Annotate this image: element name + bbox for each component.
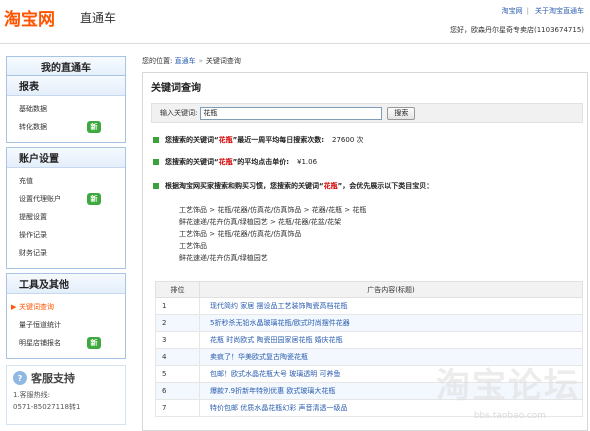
watermark-logo: 淘宝论坛 bbox=[436, 366, 580, 406]
keyword-highlight: 花瓶 bbox=[323, 182, 338, 190]
avg-click-price-value: ¥1.06 bbox=[297, 158, 318, 166]
category-item: 鲜花速递/花卉仿真/绿植园艺 bbox=[179, 254, 268, 262]
search-bar: 输入关键词: 搜索 bbox=[151, 103, 583, 123]
section-title-account: 账户设置 bbox=[7, 148, 125, 168]
sidebar-item-label: 设置代理账户 bbox=[19, 195, 61, 203]
watermark-url: bbs.taobao.com bbox=[473, 411, 546, 421]
new-badge: 新 bbox=[87, 193, 101, 205]
sidebar-item-label: 提醒设置 bbox=[19, 213, 47, 221]
top-header: 淘宝网 直通车 淘宝网 | 关于淘宝直通车 您好，欧森丹尔星奇专卖店(1103674… bbox=[0, 0, 590, 44]
result-search-volume: 您搜索的关键词“ 花瓶 ”最近一周平均每日搜索次数: 27600 次 bbox=[153, 135, 364, 145]
user-greeting: 您好，欧森丹尔星奇专卖店(1103674715) bbox=[450, 26, 584, 34]
rank-cell: 7 bbox=[155, 399, 200, 417]
section-title-report: 报表 bbox=[7, 76, 125, 96]
sidebar-item-recharge[interactable]: 充值 bbox=[7, 172, 125, 190]
rank-cell: 1 bbox=[155, 297, 200, 315]
rank-cell: 5 bbox=[155, 365, 200, 383]
new-badge: 新 bbox=[87, 337, 101, 349]
bullet-icon bbox=[153, 183, 159, 189]
product-name: 直通车 bbox=[80, 11, 117, 25]
category-item: 鲜花速递/花卉仿真/绿植园艺 > 花瓶/花器/花盆/花架 bbox=[179, 218, 342, 226]
category-item: 工艺饰品 > 花瓶/花器/仿真花/仿真饰品 > 花器/花瓶 > 花瓶 bbox=[179, 206, 367, 214]
breadcrumb-link-ztc[interactable]: 直通车 bbox=[175, 57, 196, 65]
search-count-value: 27600 次 bbox=[332, 136, 364, 144]
link-taobao[interactable]: 淘宝网 bbox=[502, 7, 523, 15]
chat-bubble-icon: ? bbox=[13, 371, 27, 385]
sidebar-item-star-shop[interactable]: 明星店铺报名 新 bbox=[7, 334, 125, 352]
taobao-logo[interactable]: 淘宝网 bbox=[4, 5, 55, 30]
sidebar-item-reminder[interactable]: 提醒设置 bbox=[7, 208, 125, 226]
result-text: 您搜索的关键词“ bbox=[165, 136, 219, 144]
result-text: ”，会优先展示以下类目宝贝： bbox=[337, 182, 434, 190]
table-row: 3 花瓶 时尚欧式 陶瓷田园家居花瓶 婚庆花瓶 bbox=[155, 331, 583, 349]
ad-title-link[interactable]: 花瓶 时尚欧式 陶瓷田园家居花瓶 婚庆花瓶 bbox=[199, 331, 583, 349]
bullet-icon bbox=[153, 137, 159, 143]
result-avg-price: 您搜索的关键词“ 花瓶 ”的平均点击单价: ¥1.06 bbox=[153, 157, 317, 167]
table-row: 1 现代简约 家居 摆设品工艺装饰陶瓷高档花瓶 bbox=[155, 297, 583, 315]
support-box: ? 客服支持 1.客服热线: 0571-85027118转1 bbox=[6, 365, 126, 425]
sidebar-title[interactable]: 我的直通车 bbox=[6, 56, 126, 76]
bullet-icon bbox=[153, 159, 159, 165]
arrow-right-icon: ▶ bbox=[11, 303, 17, 311]
sidebar-item-quantum-stats[interactable]: 量子恒道统计 bbox=[7, 316, 125, 334]
sidebar-item-label: 转化数据 bbox=[19, 123, 47, 131]
sidebar-item-label: 充值 bbox=[19, 177, 33, 185]
sidebar: 我的直通车 报表 基础数据 转化数据新 账户设置 充值 设置代理账户新 提醒设置… bbox=[6, 56, 126, 425]
sidebar-item-operation-log[interactable]: 操作记录 bbox=[7, 226, 125, 244]
search-label: 输入关键词: bbox=[160, 109, 198, 117]
section-title-tools: 工具及其他 bbox=[7, 274, 125, 294]
keyword-highlight: 花瓶 bbox=[218, 136, 233, 144]
breadcrumb-prefix: 您的位置: bbox=[142, 57, 173, 65]
keyword-highlight: 花瓶 bbox=[218, 158, 233, 166]
divider: | bbox=[526, 7, 529, 15]
sidebar-item-label: 财务记录 bbox=[19, 249, 47, 257]
breadcrumb: 您的位置: 直通车» 关键词查询 bbox=[142, 56, 241, 66]
sidebar-item-keyword-query[interactable]: ▶ 关键词查询 bbox=[7, 298, 125, 316]
sidebar-item-label: 操作记录 bbox=[19, 231, 47, 239]
section-account: 账户设置 充值 设置代理账户 新 提醒设置 操作记录 财务记录 bbox=[6, 147, 126, 269]
new-badge: 新 bbox=[87, 121, 101, 133]
result-text: 您搜索的关键词“ bbox=[165, 158, 219, 166]
support-hotline-label: 1.客服热线: bbox=[13, 391, 51, 399]
sidebar-item-label: 量子恒道统计 bbox=[19, 321, 61, 329]
sidebar-item-label: 基础数据 bbox=[19, 105, 47, 113]
column-header-rank: 排位 bbox=[155, 281, 200, 298]
result-text: ”的平均点击单价: bbox=[232, 158, 290, 166]
table-header-row: 排位 广告内容(标题) bbox=[155, 281, 583, 298]
search-button[interactable]: 搜索 bbox=[387, 106, 416, 120]
page-title: 关键词查询 bbox=[151, 83, 201, 94]
sidebar-item-finance-log[interactable]: 财务记录 bbox=[7, 244, 125, 262]
link-about-ztc[interactable]: 关于淘宝直通车 bbox=[535, 7, 584, 15]
support-hotline-number: 0571-85027118转1 bbox=[13, 403, 81, 411]
sidebar-item-label: 明星店铺报名 bbox=[19, 339, 61, 347]
result-text: 根据淘宝网买家搜索和购买习惯，您搜索的关键词“ bbox=[165, 182, 324, 190]
result-text: ”最近一周平均每日搜索次数: bbox=[232, 136, 325, 144]
sidebar-item-agent-account[interactable]: 设置代理账户 新 bbox=[7, 190, 125, 208]
ad-title-link[interactable]: 5折秒杀无铅水晶玻璃花瓶/欧式时尚摆件花器 bbox=[199, 314, 583, 332]
category-item: 工艺饰品 > 花瓶/花器/仿真花/仿真饰品 bbox=[179, 230, 302, 238]
category-list: 工艺饰品 > 花瓶/花器/仿真花/仿真饰品 > 花器/花瓶 > 花瓶 鲜花速递/… bbox=[179, 205, 366, 265]
section-report: 报表 基础数据 转化数据 新 bbox=[6, 76, 126, 143]
category-item: 工艺饰品 bbox=[179, 242, 207, 250]
result-categories-intro: 根据淘宝网买家搜索和购买习惯，您搜索的关键词“ 花瓶 ”，会优先展示以下类目宝贝： bbox=[153, 181, 433, 191]
rank-cell: 3 bbox=[155, 331, 200, 349]
ad-title-link[interactable]: 现代简约 家居 摆设品工艺装饰陶瓷高档花瓶 bbox=[199, 297, 583, 315]
breadcrumb-current: 关键词查询 bbox=[205, 57, 241, 65]
support-title: ? 客服支持 bbox=[7, 366, 125, 390]
breadcrumb-separator: » bbox=[198, 57, 203, 65]
keyword-input[interactable] bbox=[200, 106, 383, 120]
rank-cell: 6 bbox=[155, 382, 200, 400]
support-title-text: 客服支持 bbox=[31, 372, 75, 385]
sidebar-item-label: 关键词查询 bbox=[19, 303, 54, 311]
top-links: 淘宝网 | 关于淘宝直通车 bbox=[496, 6, 584, 16]
rank-cell: 2 bbox=[155, 314, 200, 332]
table-row: 2 5折秒杀无铅水晶玻璃花瓶/欧式时尚摆件花器 bbox=[155, 314, 583, 332]
sidebar-item-basic-data[interactable]: 基础数据 bbox=[7, 100, 125, 118]
sidebar-item-conversion-data[interactable]: 转化数据 新 bbox=[7, 118, 125, 136]
column-header-ad-title: 广告内容(标题) bbox=[199, 281, 583, 298]
rank-cell: 4 bbox=[155, 348, 200, 366]
section-tools: 工具及其他 ▶ 关键词查询 量子恒道统计 明星店铺报名 新 bbox=[6, 273, 126, 359]
